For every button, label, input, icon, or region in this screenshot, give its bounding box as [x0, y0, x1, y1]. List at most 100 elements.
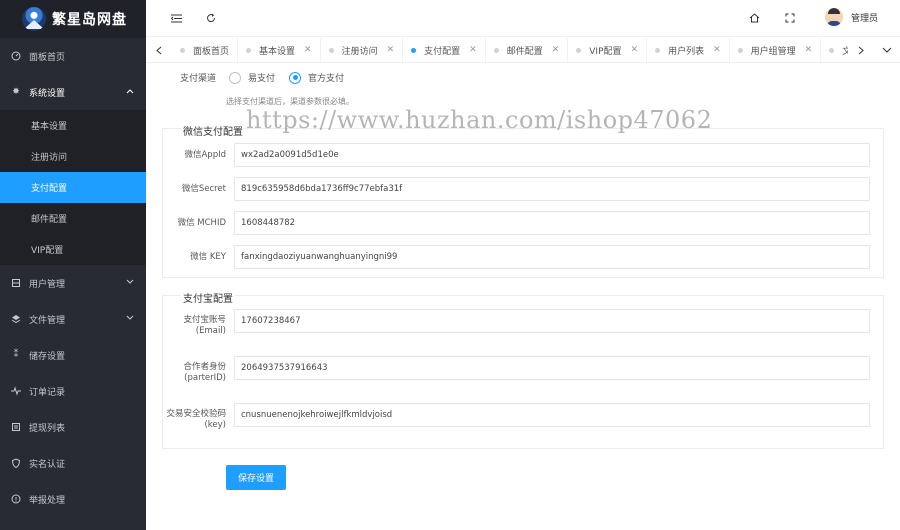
gear-icon: ✸: [12, 87, 20, 97]
sidebar-item-reports[interactable]: 举报处理: [0, 481, 146, 517]
sidebar-item-storage[interactable]: ⁑ 储存设置: [0, 337, 146, 373]
tab-user-list[interactable]: 用户列表 ✕: [647, 38, 730, 62]
tab-more[interactable]: 文: [821, 38, 848, 62]
main-content: 支付渠道 易支付 官方支付 选择支付渠道后，渠道参数很必填。 微信支付配置 微信…: [146, 63, 900, 530]
radio-epay[interactable]: 易支付: [229, 71, 275, 84]
tab-basic-settings[interactable]: 基本设置 ✕: [238, 38, 321, 62]
wechat-mchid-input[interactable]: 1608448782: [234, 211, 870, 235]
radio-official[interactable]: 官方支付: [289, 71, 344, 84]
sidebar-item-label: 系统设置: [29, 88, 66, 99]
tab-label: 注册访问: [341, 46, 378, 57]
close-icon[interactable]: ✕: [552, 45, 560, 55]
alipay-partner-row: 合作者身份(parterID) 2064937537916643: [163, 356, 883, 383]
tab-label: 邮件配置: [506, 46, 543, 57]
home-icon[interactable]: [746, 10, 762, 26]
topbar: 管理员: [146, 0, 900, 37]
tab-dot: [737, 47, 743, 53]
sidebar-subitem-mail[interactable]: 邮件配置: [0, 203, 146, 234]
wechat-key-row: 微信 KEY fanxingdaoziyuanwanghuanyingni99: [163, 245, 883, 269]
alipay-account-row: 支付宝账号(Email) 17607238467: [163, 309, 883, 336]
tab-user-group[interactable]: 用户组管理 ✕: [730, 38, 822, 62]
logo[interactable]: 繁星岛网盘: [0, 0, 146, 38]
avatar: [824, 8, 843, 26]
alipay-account-input[interactable]: 17607238467: [234, 309, 870, 333]
sidebar-item-label: 订单记录: [29, 387, 66, 398]
tab-register-access[interactable]: 注册访问 ✕: [321, 38, 404, 62]
sidebar-subitem-register[interactable]: 注册访问: [0, 141, 146, 172]
sidebar-item-dashboard[interactable]: 面板首页: [0, 38, 146, 74]
tab-vip-config[interactable]: VIP配置 ✕: [568, 38, 648, 62]
tab-dot: [328, 47, 334, 53]
payment-channel-row: 支付渠道 易支付 官方支付: [180, 71, 358, 84]
tab-label: VIP配置: [589, 46, 622, 57]
sidebar-item-withdrawals[interactable]: 提现列表: [0, 409, 146, 445]
close-icon[interactable]: ✕: [631, 45, 639, 55]
tab-label: 用户列表: [668, 46, 705, 57]
field-label: 微信Secret: [181, 184, 226, 194]
sidebar-item-verification[interactable]: 实名认证: [0, 445, 146, 481]
sidebar-item-label: 用户管理: [29, 279, 66, 290]
layers-icon: [11, 314, 21, 324]
tab-scroll-right-icon[interactable]: [848, 38, 874, 62]
tab-label: 用户组管理: [750, 46, 796, 57]
tab-mail-config[interactable]: 邮件配置 ✕: [486, 38, 569, 62]
tab-dot: [576, 47, 582, 53]
storage-icon: ⁑: [13, 350, 19, 360]
alert-icon: [11, 494, 21, 504]
field-label: 微信 KEY: [190, 252, 226, 262]
user-icon: [11, 278, 21, 288]
tab-dot: [655, 47, 661, 53]
tab-bar: 面板首页 基本设置 ✕ 注册访问 ✕ 支付配置 ✕ 邮件配置 ✕ VIP配置 ✕: [146, 38, 900, 63]
pulse-icon: [11, 386, 21, 396]
sidebar-item-orders[interactable]: 订单记录: [0, 373, 146, 409]
close-icon[interactable]: ✕: [469, 45, 477, 55]
field-label: 合作者身份(parterID): [183, 362, 226, 383]
wechat-appid-input[interactable]: wx2ad2a0091d5d1e0e: [234, 143, 870, 167]
sidebar-subitem-basic[interactable]: 基本设置: [0, 110, 146, 141]
close-icon[interactable]: ✕: [304, 45, 312, 55]
wechat-fieldset: 微信支付配置 微信AppId wx2ad2a0091d5d1e0e 微信Secr…: [162, 123, 884, 278]
sidebar-item-files[interactable]: 文件管理: [0, 301, 146, 337]
sidebar-subitem-payment[interactable]: 支付配置: [0, 172, 146, 203]
logo-icon: [22, 7, 46, 31]
tab-dot: [411, 47, 417, 53]
payment-channel-label: 支付渠道: [180, 74, 217, 84]
tab-scroll-left-icon[interactable]: [146, 38, 172, 62]
wechat-legend: 微信支付配置: [181, 123, 245, 138]
tab-dropdown-icon[interactable]: [874, 38, 900, 62]
tab-dot: [246, 47, 252, 53]
fullscreen-icon[interactable]: [782, 10, 798, 26]
field-label: 微信 MCHID: [177, 218, 226, 228]
system-settings-submenu: 基本设置 注册访问 支付配置 邮件配置 VIP配置: [0, 110, 146, 265]
user-menu[interactable]: 管理员: [824, 8, 878, 26]
radio-label: 官方支付: [308, 74, 345, 84]
gauge-icon: [11, 51, 21, 61]
refresh-icon[interactable]: [203, 10, 219, 26]
field-label: 支付宝账号(Email): [183, 315, 226, 336]
tab-label: 面板首页: [193, 46, 230, 57]
close-icon[interactable]: ✕: [713, 45, 721, 55]
tab-payment-config[interactable]: 支付配置 ✕: [403, 38, 486, 62]
sidebar-subitem-vip[interactable]: VIP配置: [0, 234, 146, 265]
close-icon[interactable]: ✕: [805, 45, 813, 55]
radio-circle-checked: [289, 71, 302, 84]
sidebar: 繁星岛网盘 面板首页 ✸ 系统设置 基本设置 注册访问 支付配置 邮件配置 VI…: [0, 0, 146, 530]
wechat-secret-input[interactable]: 819c635958d6bda1736ff9c77ebfa31f: [234, 177, 870, 201]
save-button[interactable]: 保存设置: [226, 465, 286, 490]
alipay-legend: 支付宝配置: [181, 290, 235, 305]
alipay-partner-input[interactable]: 2064937537916643: [234, 356, 870, 380]
channel-hint: 选择支付渠道后，渠道参数很必填。: [226, 97, 354, 106]
tab-dot: [180, 47, 185, 53]
user-name: 管理员: [850, 13, 878, 24]
wechat-key-input[interactable]: fanxingdaoziyuanwanghuanyingni99: [234, 245, 870, 269]
field-label: 交易安全校验码(key): [166, 409, 226, 430]
field-label: 微信AppId: [184, 150, 226, 160]
chevron-down-icon: [126, 314, 134, 324]
close-icon[interactable]: ✕: [387, 45, 395, 55]
tab-dashboard[interactable]: 面板首页: [172, 38, 239, 62]
sidebar-item-system-settings[interactable]: ✸ 系统设置: [0, 74, 146, 110]
logo-text: 繁星岛网盘: [52, 12, 127, 28]
menu-toggle-icon[interactable]: [168, 10, 184, 26]
sidebar-item-users[interactable]: 用户管理: [0, 265, 146, 301]
alipay-key-input[interactable]: cnusnuenenojkehroiwejlfkmldvjoisd: [234, 403, 870, 427]
